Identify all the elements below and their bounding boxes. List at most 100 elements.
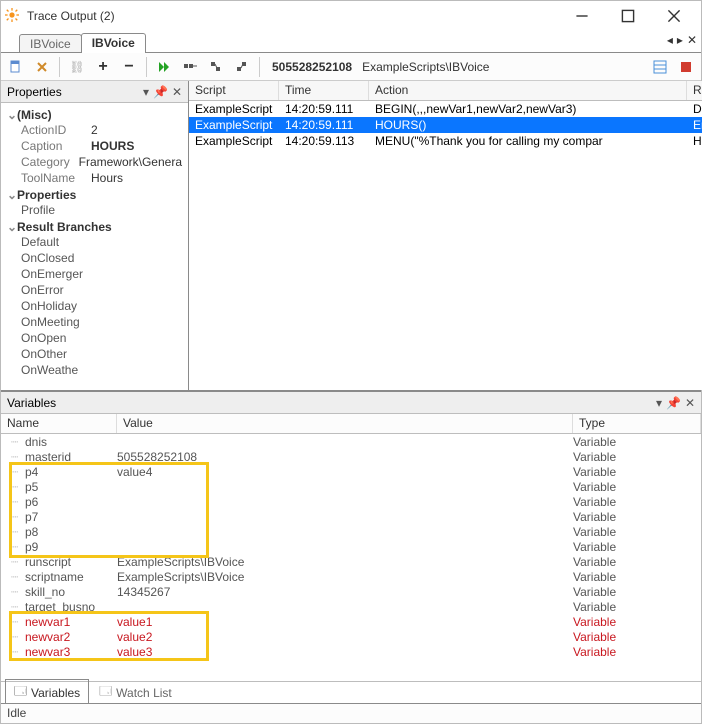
panel-close-icon[interactable]: ✕: [685, 396, 695, 410]
variable-row[interactable]: masterid505528252108Variable: [1, 449, 701, 464]
tabstrip-prev-icon[interactable]: ◂: [667, 33, 673, 47]
add-button[interactable]: +: [92, 56, 114, 78]
step-over-icon[interactable]: [179, 56, 201, 78]
variable-row[interactable]: newvar3value3Variable: [1, 644, 701, 659]
properties-title: Properties: [7, 85, 62, 99]
variable-row[interactable]: p8Variable: [1, 524, 701, 539]
step-into-icon[interactable]: [205, 56, 227, 78]
new-dropdown-button[interactable]: [5, 56, 27, 78]
col-time[interactable]: Time: [279, 81, 369, 100]
variable-row[interactable]: p5Variable: [1, 479, 701, 494]
variable-row[interactable]: p4value4Variable: [1, 464, 701, 479]
panel-pin-icon[interactable]: 📌: [666, 396, 681, 410]
var-type: Variable: [573, 585, 701, 599]
trace-grid-panel: Script Time Action Result ExampleScript1…: [189, 81, 702, 390]
section-misc[interactable]: ⌄(Misc): [7, 108, 182, 122]
run-button[interactable]: [153, 56, 175, 78]
branch-item[interactable]: OnError: [7, 282, 182, 298]
step-out-icon[interactable]: [231, 56, 253, 78]
trace-rows[interactable]: ExampleScript14:20:59.111BEGIN(,,,newVar…: [189, 101, 702, 149]
variable-row[interactable]: scriptnameExampleScripts\IBVoiceVariable: [1, 569, 701, 584]
variable-row[interactable]: newvar2value2Variable: [1, 629, 701, 644]
section-properties[interactable]: ⌄Properties: [7, 188, 182, 202]
variable-row[interactable]: skill_no14345267Variable: [1, 584, 701, 599]
properties-header: Properties ▾ 📌 ✕: [1, 81, 188, 103]
var-type: Variable: [573, 450, 701, 464]
app-icon: [5, 8, 21, 24]
var-type: Variable: [573, 555, 701, 569]
trace-column-headers: Script Time Action Result: [189, 81, 702, 101]
tabstrip-close-icon[interactable]: ✕: [687, 33, 697, 47]
tab-ibvoice-1[interactable]: IBVoice: [19, 34, 82, 52]
col-name[interactable]: Name: [1, 414, 117, 433]
status-text: Idle: [7, 706, 26, 720]
panel-close-icon[interactable]: ✕: [172, 85, 182, 99]
variable-row[interactable]: p9 Variable: [1, 539, 701, 554]
col-result[interactable]: Result: [687, 81, 702, 100]
var-type: Variable: [573, 435, 701, 449]
toolbar-sep: [59, 57, 60, 77]
branch-item[interactable]: OnOther: [7, 346, 182, 362]
tab-variables[interactable]: 🗔 Variables: [5, 679, 89, 706]
prop-row[interactable]: ActionID2: [7, 122, 182, 138]
variable-row[interactable]: dnis Variable: [1, 434, 701, 449]
section-result-branches[interactable]: ⌄Result Branches: [7, 220, 182, 234]
toolbar-sep: [259, 57, 260, 77]
var-value: value3: [117, 645, 573, 659]
branch-item[interactable]: OnHoliday: [7, 298, 182, 314]
var-type: Variable: [573, 540, 701, 554]
col-type[interactable]: Type: [573, 414, 701, 433]
trace-row[interactable]: ExampleScript14:20:59.111HOURS()Error: [189, 117, 702, 133]
variables-panel: Variables ▾ 📌 ✕ Name Value Type dnisVari…: [1, 391, 701, 703]
branch-item[interactable]: OnOpen: [7, 330, 182, 346]
var-name: dnis: [1, 435, 117, 449]
watch-tab-icon: 🗔: [99, 682, 112, 703]
prop-row[interactable]: CategoryFramework\Genera: [7, 154, 182, 170]
stop-button[interactable]: [675, 56, 697, 78]
var-name: p6: [1, 495, 117, 509]
variables-rows[interactable]: dnisVariablemasterid505528252108Variable…: [1, 434, 701, 681]
prop-key: ActionID: [21, 122, 91, 138]
maximize-button[interactable]: [605, 2, 651, 30]
tab-ibvoice-2[interactable]: IBVoice: [81, 33, 146, 53]
tools-dropdown-button[interactable]: [31, 56, 53, 78]
variable-row[interactable]: runscriptExampleScripts\IBVoiceVariable: [1, 554, 701, 569]
remove-button[interactable]: −: [118, 56, 140, 78]
window-title: Trace Output (2): [27, 9, 559, 23]
tab-watch-list[interactable]: 🗔 Watch List: [91, 680, 180, 705]
panel-menu-icon[interactable]: ▾: [656, 396, 662, 410]
branch-item[interactable]: OnMeeting: [7, 314, 182, 330]
prop-row[interactable]: CaptionHOURS: [7, 138, 182, 154]
var-name: p9: [1, 540, 117, 554]
variable-row[interactable]: newvar1value1Variable: [1, 614, 701, 629]
branch-item[interactable]: Default: [7, 234, 182, 250]
var-value: value1: [117, 615, 573, 629]
var-name: runscript: [1, 555, 117, 569]
close-button[interactable]: [651, 2, 697, 30]
prop-row[interactable]: ToolNameHours: [7, 170, 182, 186]
variable-row[interactable]: p6Variable: [1, 494, 701, 509]
prop-key: Category: [21, 154, 79, 170]
panel-pin-icon[interactable]: 📌: [153, 85, 168, 99]
var-name: newvar3: [1, 645, 117, 659]
panel-menu-icon[interactable]: ▾: [143, 85, 149, 99]
document-tabs: IBVoice IBVoice ◂ ▸ ✕: [1, 31, 701, 53]
variable-row[interactable]: target_busnoVariable: [1, 599, 701, 614]
bottom-tabs: 🗔 Variables 🗔 Watch List: [1, 681, 701, 703]
var-type: Variable: [573, 510, 701, 524]
property-grid[interactable]: ⌄(Misc) ActionID2CaptionHOURSCategoryFra…: [1, 103, 188, 381]
minimize-button[interactable]: [559, 2, 605, 30]
variable-row[interactable]: p7Variable: [1, 509, 701, 524]
col-action[interactable]: Action: [369, 81, 687, 100]
tabstrip-next-icon[interactable]: ▸: [677, 33, 683, 47]
branch-item[interactable]: OnClosed: [7, 250, 182, 266]
prop-item[interactable]: Profile: [7, 202, 182, 218]
col-value[interactable]: Value: [117, 414, 573, 433]
link-icon[interactable]: ⛓: [66, 56, 88, 78]
col-script[interactable]: Script: [189, 81, 279, 100]
branch-item[interactable]: OnEmerger: [7, 266, 182, 282]
trace-row[interactable]: ExampleScript14:20:59.113MENU("%Thank yo…: [189, 133, 702, 149]
trace-row[interactable]: ExampleScript14:20:59.111BEGIN(,,,newVar…: [189, 101, 702, 117]
grid-icon[interactable]: [649, 56, 671, 78]
branch-item[interactable]: OnWeathe: [7, 362, 182, 378]
